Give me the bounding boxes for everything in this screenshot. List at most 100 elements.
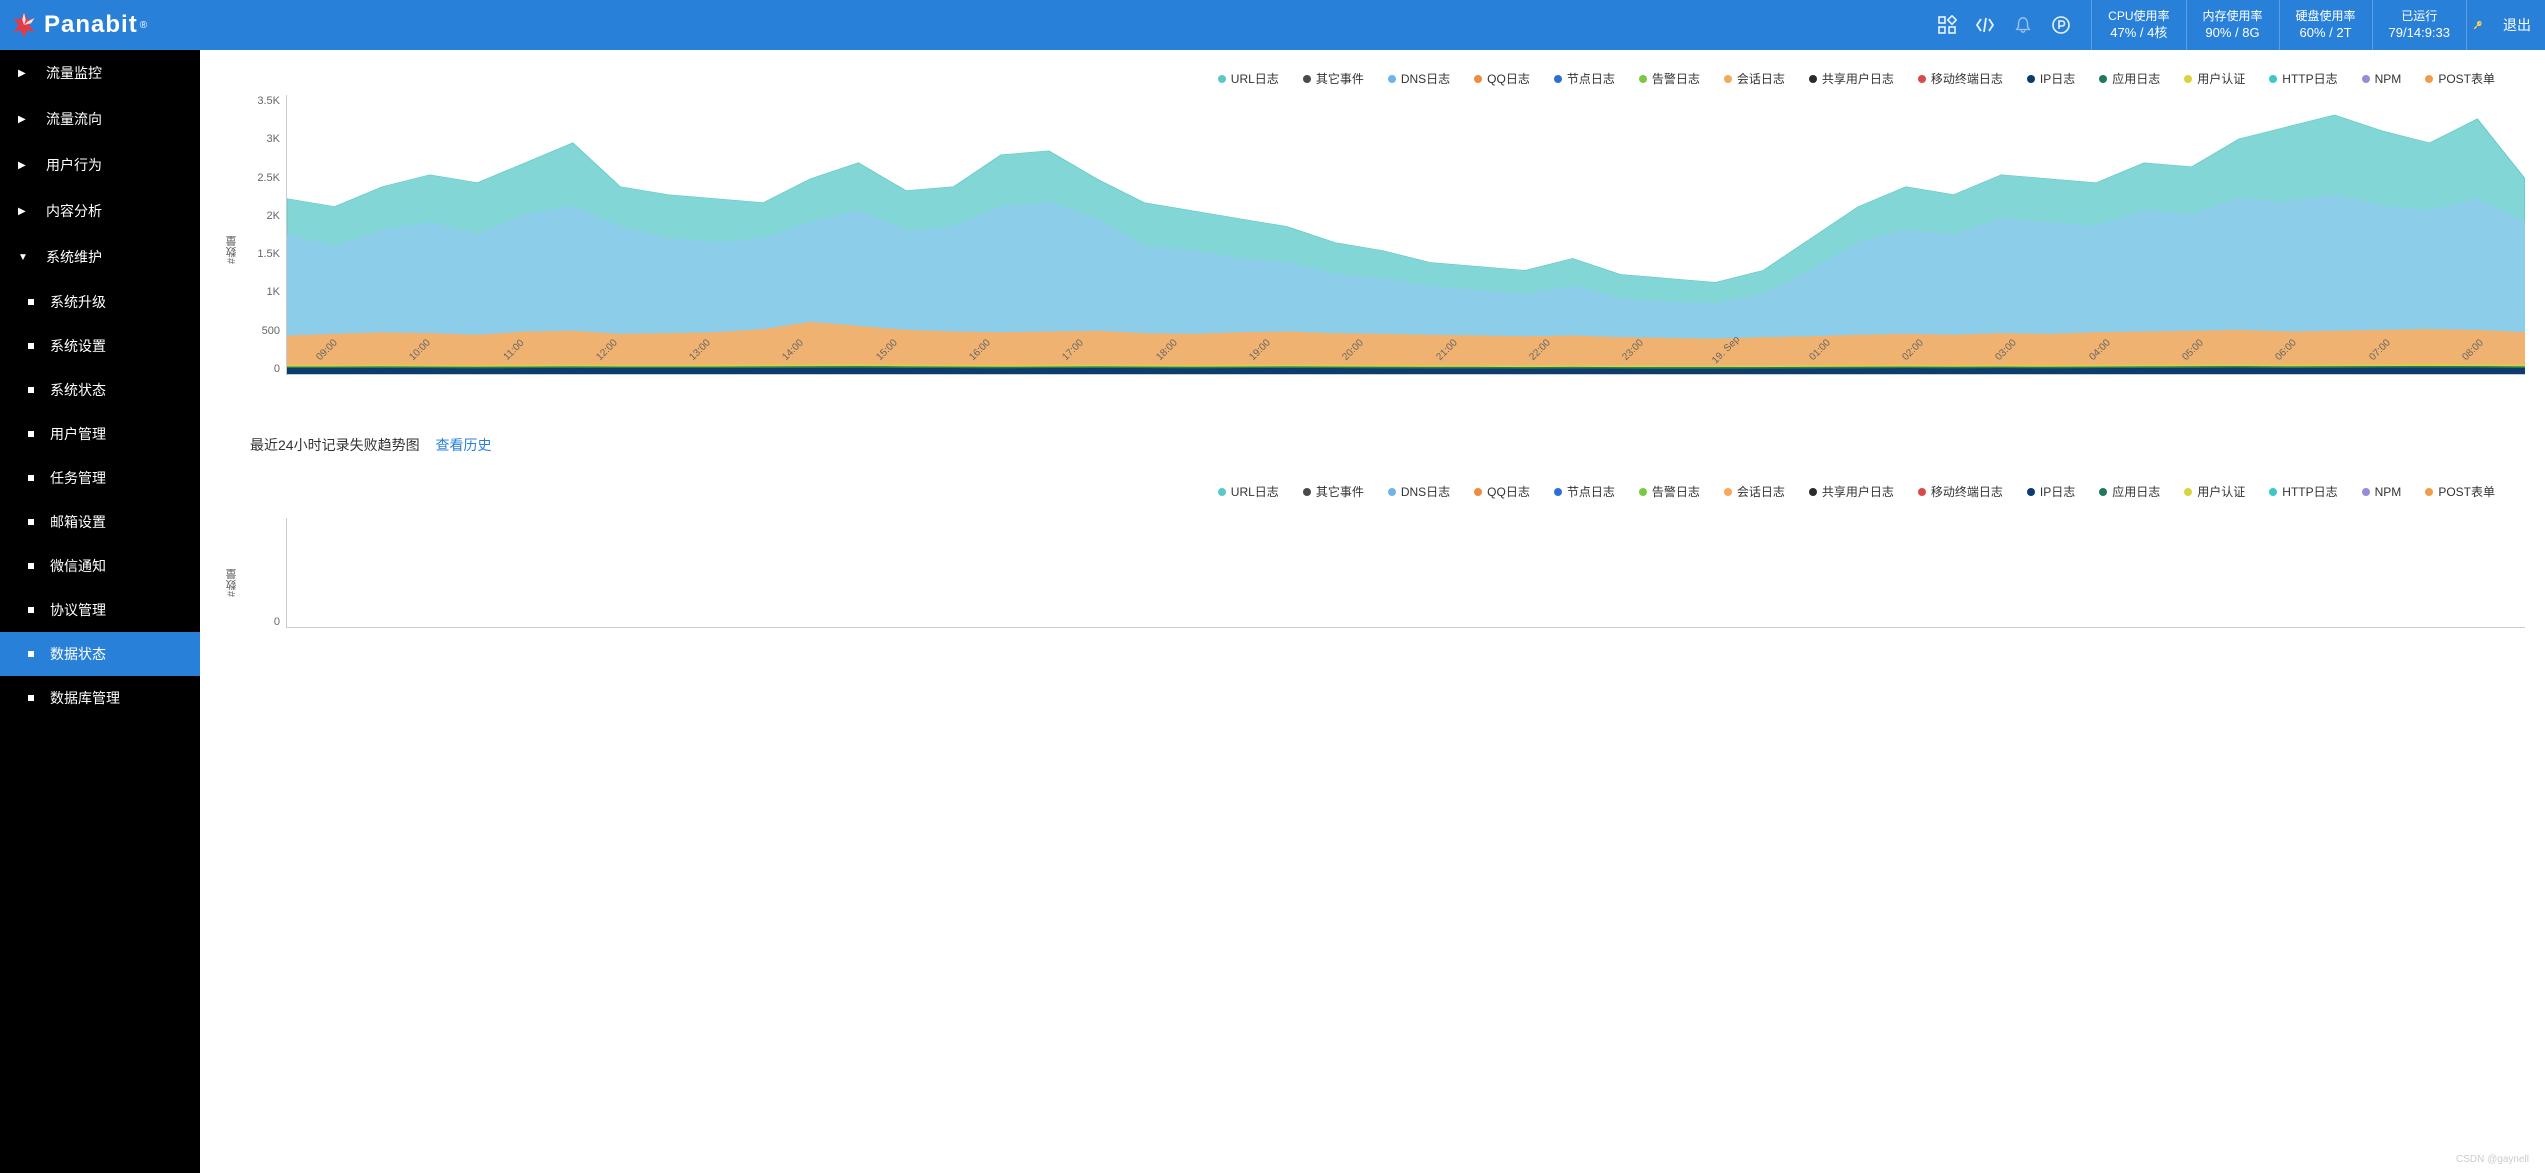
nav-sub-6[interactable]: 微信通知 [0,544,200,588]
nav-sub-7[interactable]: 协议管理 [0,588,200,632]
legend-item-10[interactable]: 应用日志 [2099,70,2160,87]
nav-sub-label: 协议管理 [50,600,106,620]
nav-item-label: 流量监控 [46,63,102,83]
bell-icon[interactable] [2013,15,2033,35]
legend-item-0[interactable]: URL日志 [1218,70,1279,87]
nav-sub-4[interactable]: 任务管理 [0,456,200,500]
nav-sub-label: 任务管理 [50,468,106,488]
legend-label: HTTP日志 [2282,483,2337,500]
dot-icon [28,343,34,349]
legend-label: 节点日志 [1567,483,1615,500]
legend-item-10[interactable]: 应用日志 [2099,483,2160,500]
apps-icon[interactable] [1937,15,1957,35]
caret-icon: ▼ [18,252,28,263]
legend-item-5[interactable]: 告警日志 [1639,483,1700,500]
stat-uptime: 已运行 79/14:9:33 [2373,0,2467,50]
legend-item-14[interactable]: POST表单 [2425,70,2495,87]
dot-icon [28,299,34,305]
nav-sub-5[interactable]: 邮箱设置 [0,500,200,544]
legend-label: NPM [2375,485,2402,499]
view-history-link[interactable]: 查看历史 [435,437,491,453]
nav-item-2[interactable]: ▶用户行为 [0,142,200,188]
legend-item-11[interactable]: 用户认证 [2184,483,2245,500]
legend-item-3[interactable]: QQ日志 [1474,483,1530,500]
legend-item-11[interactable]: 用户认证 [2184,70,2245,87]
chart2-yaxis: 0 [242,518,286,628]
brand-reg: ® [140,20,148,31]
legend-swatch [1388,488,1396,496]
legend-item-7[interactable]: 共享用户日志 [1809,70,1894,87]
legend-swatch [1918,75,1926,83]
legend-item-9[interactable]: IP日志 [2027,483,2075,500]
chart2-plot[interactable] [286,518,2525,628]
stat-cpu: CPU使用率 47% / 4核 [2092,0,2186,50]
key-icon[interactable] [2467,0,2489,50]
dot-icon [28,475,34,481]
legend-item-0[interactable]: URL日志 [1218,483,1279,500]
legend-item-12[interactable]: HTTP日志 [2269,483,2337,500]
legend-item-8[interactable]: 移动终端日志 [1918,70,2003,87]
stat-cpu-value: 47% / 4核 [2108,24,2169,42]
logout-button[interactable]: 退出 [2489,0,2545,50]
nav-item-4[interactable]: ▼系统维护 [0,234,200,280]
legend-item-2[interactable]: DNS日志 [1388,70,1450,87]
legend-item-3[interactable]: QQ日志 [1474,70,1530,87]
header-stats: CPU使用率 47% / 4核 内存使用率 90% / 8G 硬盘使用率 60%… [2091,0,2545,50]
p-circle-icon[interactable] [2051,15,2071,35]
legend-item-13[interactable]: NPM [2362,483,2402,500]
legend-item-1[interactable]: 其它事件 [1303,70,1364,87]
stat-uptime-label: 已运行 [2389,8,2450,25]
legend-label: 其它事件 [1316,70,1364,87]
legend-swatch [1639,488,1647,496]
legend-label: POST表单 [2438,483,2495,500]
legend-swatch [1303,488,1311,496]
legend-label: 共享用户日志 [1822,483,1894,500]
legend-item-2[interactable]: DNS日志 [1388,483,1450,500]
code-icon[interactable] [1975,15,1995,35]
legend-label: HTTP日志 [2282,70,2337,87]
legend-label: NPM [2375,72,2402,86]
legend-swatch [1474,488,1482,496]
legend-label: IP日志 [2040,483,2075,500]
nav-sub-2[interactable]: 系统状态 [0,368,200,412]
dot-icon [28,563,34,569]
brand-text: Panabit [44,11,138,39]
nav-sub-1[interactable]: 系统设置 [0,324,200,368]
legend-item-9[interactable]: IP日志 [2027,70,2075,87]
dot-icon [28,607,34,613]
legend-swatch [1303,75,1311,83]
chart2-wrap: #数量 0 [210,508,2525,658]
legend-label: QQ日志 [1487,483,1530,500]
legend-item-4[interactable]: 节点日志 [1554,70,1615,87]
nav-item-0[interactable]: ▶流量监控 [0,50,200,96]
legend-swatch [1218,488,1226,496]
dot-icon [28,387,34,393]
nav-sub-label: 邮箱设置 [50,512,106,532]
nav-item-3[interactable]: ▶内容分析 [0,188,200,234]
legend-item-8[interactable]: 移动终端日志 [1918,483,2003,500]
nav-sub-0[interactable]: 系统升级 [0,280,200,324]
legend-swatch [2269,488,2277,496]
caret-icon: ▶ [18,114,28,125]
nav-sub-9[interactable]: 数据库管理 [0,676,200,720]
nav-item-label: 用户行为 [46,155,102,175]
legend-item-13[interactable]: NPM [2362,70,2402,87]
chart2-xaxis [286,628,2525,658]
nav-item-1[interactable]: ▶流量流向 [0,96,200,142]
nav-sub-3[interactable]: 用户管理 [0,412,200,456]
legend-item-5[interactable]: 告警日志 [1639,70,1700,87]
caret-icon: ▶ [18,206,28,217]
legend-label: QQ日志 [1487,70,1530,87]
nav-sub-label: 系统状态 [50,380,106,400]
legend-item-12[interactable]: HTTP日志 [2269,70,2337,87]
legend-item-1[interactable]: 其它事件 [1303,483,1364,500]
dot-icon [28,651,34,657]
legend-item-6[interactable]: 会话日志 [1724,483,1785,500]
legend-label: URL日志 [1231,70,1279,87]
legend-item-7[interactable]: 共享用户日志 [1809,483,1894,500]
nav-sub-8[interactable]: 数据状态 [0,632,200,676]
legend-item-4[interactable]: 节点日志 [1554,483,1615,500]
legend-item-6[interactable]: 会话日志 [1724,70,1785,87]
legend-item-14[interactable]: POST表单 [2425,483,2495,500]
sidebar: ▶流量监控▶流量流向▶用户行为▶内容分析▼系统维护 系统升级系统设置系统状态用户… [0,50,200,1173]
